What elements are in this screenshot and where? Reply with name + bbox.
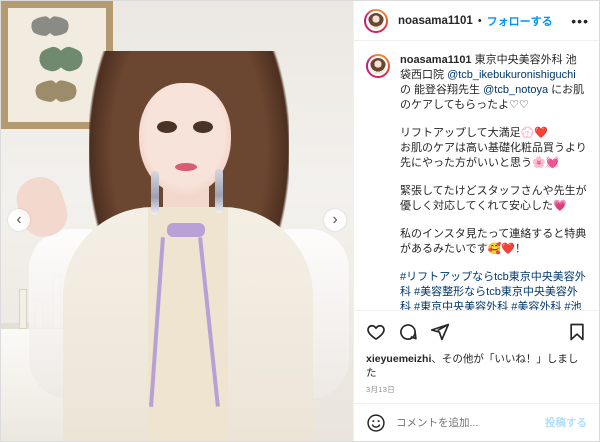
caption-paragraph: リフトアップして大満足💮❤️ xyxy=(400,127,549,139)
caption-paragraph: お肌のケアは高い基礎化粧品買うより先にやった方がいいと思う🌸💓 xyxy=(400,142,587,169)
caption-paragraph: 緊張してたけどスタッフさんや先生が優しく対応してくれて安心した💗 xyxy=(400,185,587,212)
caption-paragraph: 私のインスタ見たって連絡すると特典があるみたいです🥰❤️！ xyxy=(400,228,587,255)
caption-avatar[interactable] xyxy=(366,54,390,78)
likes-summary: xieyuemeizhi、その他が「いいね！」しました xyxy=(354,352,599,380)
comment-input[interactable] xyxy=(396,416,545,429)
mention-link[interactable]: @tcb_ikebukuronishiguchi xyxy=(447,69,576,81)
mention-link[interactable]: @tcb_notoya xyxy=(483,84,548,96)
share-icon[interactable] xyxy=(430,322,450,342)
dress xyxy=(63,207,313,441)
comment-icon[interactable] xyxy=(398,322,418,342)
emoji-icon[interactable] xyxy=(366,413,386,433)
avatar[interactable] xyxy=(364,8,388,33)
heart-icon[interactable] xyxy=(366,322,386,342)
instagram-post: ‹ › noasama1101 • フォローする ••• noasama1101… xyxy=(0,0,600,442)
post-date[interactable]: 3月13日 xyxy=(354,380,599,403)
caption-part-2: の 能登谷翔先生 xyxy=(400,84,484,96)
earring-left xyxy=(151,171,159,215)
chevron-left-icon[interactable]: ‹ xyxy=(8,209,30,231)
caption-area: noasama1101 東京中央美容外科 池袋西口院 @tcb_ikebukur… xyxy=(354,41,599,310)
post-photo[interactable]: ‹ › xyxy=(1,1,353,441)
separator-dot: • xyxy=(477,14,482,27)
post-comment-button[interactable]: 投稿する xyxy=(545,415,587,430)
caption-username[interactable]: noasama1101 xyxy=(400,54,472,66)
earring-right xyxy=(215,169,223,213)
follow-button[interactable]: フォローする xyxy=(487,13,553,29)
lavender-bow xyxy=(167,223,205,237)
header-username[interactable]: noasama1101 xyxy=(398,15,473,27)
hashtag-links[interactable]: #リフトアップならtcb東京中央美容外科 #美容整形ならtcb東京中央美容外科 … xyxy=(400,270,587,310)
action-bar xyxy=(354,310,599,352)
add-comment-bar: 投稿する xyxy=(354,403,599,441)
liker-username[interactable]: xieyuemeizhi xyxy=(366,353,431,365)
more-icon[interactable]: ••• xyxy=(571,13,589,29)
chevron-right-icon[interactable]: › xyxy=(324,209,346,231)
post-sidebar: noasama1101 • フォローする ••• noasama1101 東京中… xyxy=(353,1,599,441)
post-header: noasama1101 • フォローする ••• xyxy=(354,1,599,41)
bookmark-icon[interactable] xyxy=(567,322,587,342)
caption-text: noasama1101 東京中央美容外科 池袋西口院 @tcb_ikebukur… xyxy=(400,53,587,310)
